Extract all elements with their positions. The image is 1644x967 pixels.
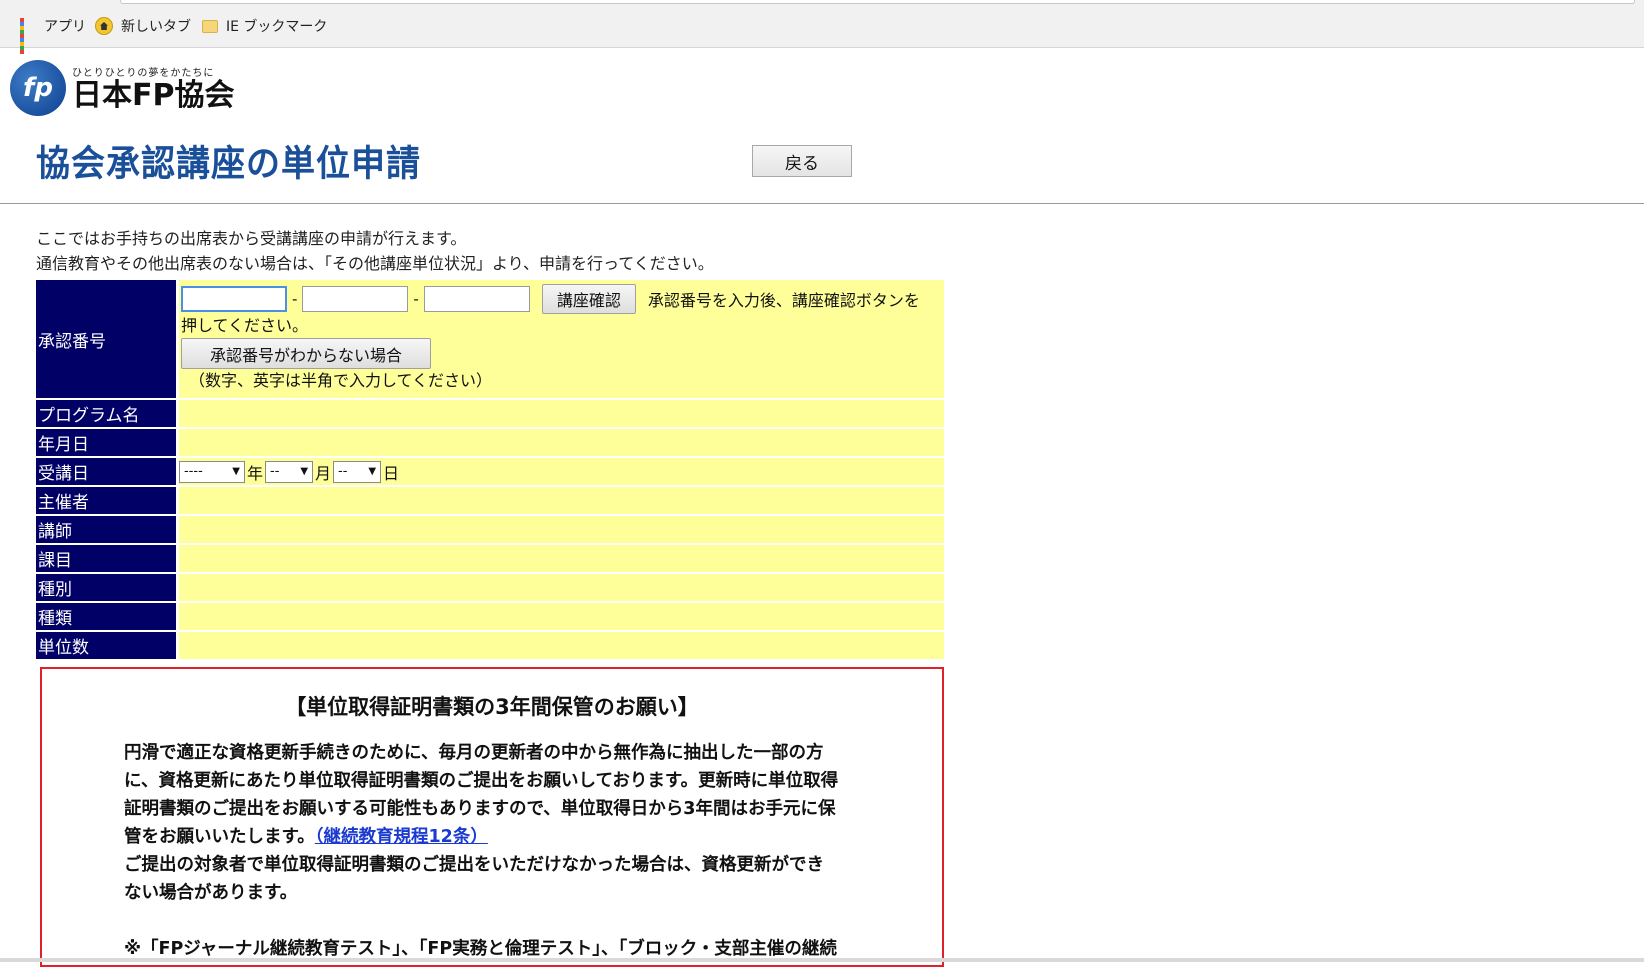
host-label: 主催者 [36, 487, 176, 514]
page-title: 協会承認講座の単位申請 [36, 143, 421, 186]
unknown-approval-number-button[interactable]: 承認番号がわからない場合 [181, 338, 431, 369]
notice-line: ご提出の対象者で単位取得証明書類のご提出をいただけなかった場合は、資格更新ができ [124, 855, 824, 875]
application-form: 承認番号 - - 講座確認 承認番号を入力後、講座確認ボタンを 押してください。… [36, 280, 944, 661]
logo-text: ひとりひとりの夢をかたちに 日本FP協会 [72, 64, 234, 113]
notice-line: に、資格更新にあたり単位取得証明書類のご提出をお願いしております。更新時に単位取… [124, 771, 839, 791]
bookmark-label: アプリ [44, 19, 86, 35]
notice-line: 管をお願いいたします。（継続教育規程12条） [124, 823, 904, 851]
chevron-down-icon: ▼ [232, 466, 240, 477]
folder-icon [202, 19, 218, 33]
approval-number-input-3[interactable] [423, 286, 530, 312]
program-name-label: プログラム名 [36, 400, 176, 427]
notice-text: 管をお願いいたします。 [124, 827, 315, 847]
back-button[interactable]: 戻る [752, 145, 852, 177]
subject-value [179, 545, 944, 572]
input-format-note: （数字、英字は半角で入力してください） [189, 371, 493, 390]
category-label: 種別 [36, 574, 176, 601]
attendance-date-label: 受講日 [36, 458, 176, 485]
intro-line: 通信教育やその他出席表のない場合は、「その他講座単位状況」より、申請を行ってくだ… [36, 254, 714, 273]
year-select[interactable]: ---- ▼ [179, 460, 245, 483]
fp-logo-icon: fp [10, 60, 66, 116]
approval-number-cell: - - 講座確認 承認番号を入力後、講座確認ボタンを 押してください。 承認番号… [179, 280, 944, 398]
approval-hint: 承認番号を入力後、講座確認ボタンを [647, 291, 920, 310]
form-row-category: 種別 [36, 574, 944, 601]
regulation-article-link[interactable]: （継続教育規程12条） [315, 827, 488, 847]
document-retention-notice: 【単位取得証明書類の3年間保管のお願い】 円滑で適正な資格更新手続きのために、毎… [40, 667, 944, 967]
intro-text: ここではお手持ちの出席表から受講講座の申請が行えます。 通信教育やその他出席表の… [36, 226, 714, 276]
month-unit: 月 [315, 463, 332, 483]
form-row-approval: 承認番号 - - 講座確認 承認番号を入力後、講座確認ボタンを 押してください。… [36, 280, 944, 398]
lecturer-label: 講師 [36, 516, 176, 543]
month-select[interactable]: -- ▼ [265, 460, 314, 483]
chevron-down-icon: ▼ [300, 466, 309, 477]
logo-name: 日本FP協会 [72, 77, 235, 113]
credits-label: 単位数 [36, 632, 176, 659]
date-label: 年月日 [36, 429, 176, 456]
category-value [179, 574, 944, 601]
host-value [179, 487, 944, 514]
header-divider [0, 203, 1644, 204]
day-select-value: -- [338, 464, 348, 479]
form-row-program: プログラム名 [36, 400, 944, 427]
notice-spacer [124, 907, 904, 935]
form-row-host: 主催者 [36, 487, 944, 514]
bookmark-ie-folder[interactable]: IE ブックマーク [202, 16, 327, 36]
bookmark-label: 新しいタブ [121, 19, 191, 35]
approval-number-input-2[interactable] [302, 286, 409, 312]
day-unit: 日 [383, 463, 400, 483]
form-row-attendance: 受講日 ---- ▼ 年 -- ▼ 月 -- ▼ 日 [36, 458, 944, 485]
type-value [179, 603, 944, 630]
logo-tagline: ひとりひとりの夢をかたちに [72, 67, 215, 79]
address-bar-edge[interactable] [120, 0, 1635, 4]
separator: - [292, 290, 298, 308]
form-row-date: 年月日 [36, 429, 944, 456]
date-value [179, 429, 944, 456]
approval-hint-continued: 押してください。 [181, 316, 309, 335]
attendance-date-cell: ---- ▼ 年 -- ▼ 月 -- ▼ 日 [179, 458, 944, 485]
intro-line: ここではお手持ちの出席表から受講講座の申請が行えます。 [36, 229, 467, 248]
form-row-type: 種類 [36, 603, 944, 630]
site-logo[interactable]: fp ひとりひとりの夢をかたちに 日本FP協会 [10, 58, 234, 118]
separator: - [413, 290, 419, 308]
apps-grid-icon [20, 18, 36, 54]
bookmark-new-tab[interactable]: 新しいタブ [95, 16, 191, 36]
course-confirm-button[interactable]: 講座確認 [541, 284, 636, 314]
bookmarks-bar: アプリ 新しいタブ IE ブックマーク [0, 0, 1644, 54]
form-row-lecturer: 講師 [36, 516, 944, 543]
bookmark-label: IE ブックマーク [226, 19, 328, 35]
notice-line: 証明書類のご提出をお願いする可能性もありますので、単位取得日から3年間はお手元に… [124, 799, 836, 819]
window-bottom-edge [0, 958, 1644, 962]
bookmark-apps[interactable]: アプリ [20, 16, 86, 54]
month-select-value: -- [270, 464, 280, 479]
credits-value [179, 632, 944, 659]
form-row-credits: 単位数 [36, 632, 944, 659]
year-unit: 年 [247, 463, 264, 483]
program-name-value [179, 400, 944, 427]
year-select-value: ---- [184, 464, 203, 479]
notice-body: 円滑で適正な資格更新手続きのために、毎月の更新者の中から無作為に抽出した一部の方… [124, 739, 904, 963]
day-select[interactable]: -- ▼ [333, 460, 382, 483]
subject-label: 課目 [36, 545, 176, 572]
notice-line: 円滑で適正な資格更新手続きのために、毎月の更新者の中から無作為に抽出した一部の方 [124, 743, 824, 763]
notice-title: 【単位取得証明書類の3年間保管のお願い】 [285, 695, 699, 719]
home-icon [95, 17, 113, 35]
type-label: 種類 [36, 603, 176, 630]
lecturer-value [179, 516, 944, 543]
chevron-down-icon: ▼ [368, 466, 377, 477]
notice-line: ない場合があります。 [124, 883, 298, 903]
form-row-subject: 課目 [36, 545, 944, 572]
approval-number-input-1[interactable] [181, 286, 287, 312]
approval-number-label: 承認番号 [36, 280, 176, 398]
approval-input-line: - - 講座確認 承認番号を入力後、講座確認ボタンを [181, 284, 942, 314]
